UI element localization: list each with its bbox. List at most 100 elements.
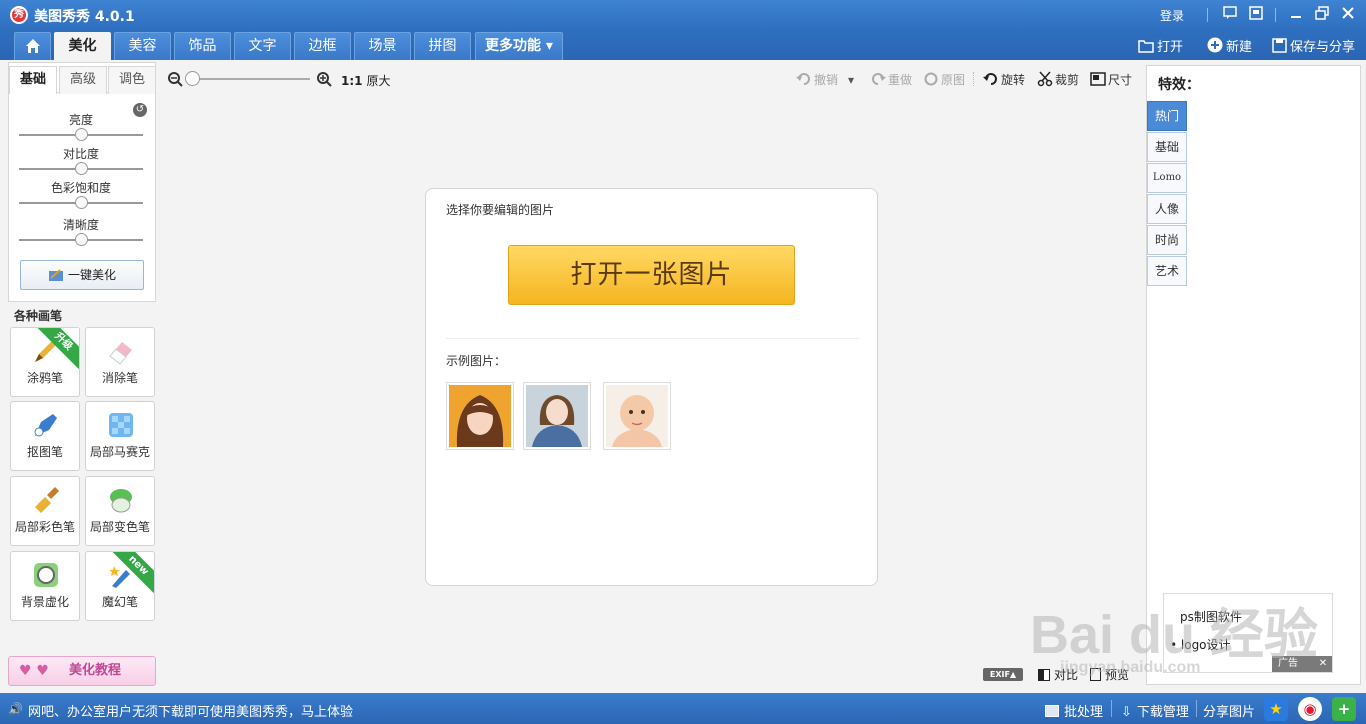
tab-cosmetic[interactable]: 美容 [114,32,171,60]
divider [1196,700,1197,717]
new-label: 新建 [1226,40,1253,55]
adjust-panel: 基础 高级 调色 ↺ 亮度 对比度 色彩饱和度 清晰度 一键美化 [8,62,156,302]
cutout-brush-button[interactable]: 抠图笔 [10,401,80,471]
subtab-color[interactable]: 调色 [108,66,156,94]
qzone-star-icon[interactable]: ★ [1264,697,1288,721]
eraser-icon [106,336,136,366]
tab-collage[interactable]: 拼图 [414,32,471,60]
sample-image[interactable] [446,382,514,450]
batch-icon [1045,705,1059,717]
new-button[interactable]: 新建 [1207,36,1252,55]
restore-icon[interactable] [1314,6,1330,22]
slider-knob[interactable] [75,162,88,175]
download-icon: ⇩ [1121,705,1132,720]
slider-knob[interactable] [75,233,88,246]
brush-label: 局部变色笔 [89,520,150,534]
status-bar: 🔊 网吧、办公室用户无须下载即可使用美图秀秀，马上体验 批处理 ⇩ 下载管理 分享… [0,693,1366,724]
save-share-button[interactable]: 保存与分享 [1271,36,1355,55]
open-image-button[interactable]: 打开一张图片 [508,245,795,305]
effect-category-portrait[interactable]: 人像 [1147,194,1187,224]
crop-label: 裁剪 [1055,73,1080,87]
effect-category-basic[interactable]: 基础 [1147,132,1187,162]
login-link[interactable]: 登录 [1160,7,1184,24]
brush-label: 背景虚化 [20,595,69,609]
tab-home[interactable] [14,32,51,60]
crop-button[interactable]: 裁剪 [1037,71,1079,88]
close-icon[interactable] [1340,6,1356,22]
effect-category-fashion[interactable]: 时尚 [1147,225,1187,255]
main-tab-bar: 美化 美容 饰品 文字 边框 场景 拼图 更多功能 ▾ 打开 新建 保存与分享 [0,30,1366,60]
magic-brush-button[interactable]: new 魔幻笔 [85,551,155,621]
doodle-brush-button[interactable]: 升级 涂鸦笔 [10,327,80,397]
one-key-beautify-button[interactable]: 一键美化 [20,260,144,290]
mosaic-brush-button[interactable]: 局部马赛克 [85,401,155,471]
zoom-slider[interactable] [185,71,310,86]
sample-image[interactable] [603,382,671,450]
sharpness-slider[interactable]: 清晰度 [19,216,143,246]
tab-more[interactable]: 更多功能 ▾ [475,32,563,60]
open-label: 打开 [1157,40,1184,55]
batch-button[interactable]: 批处理 [1045,701,1103,720]
exif-button[interactable]: EXIF▲ [983,668,1023,681]
plus-icon[interactable]: + [1332,697,1356,721]
speaker-icon: 🔊 [8,702,23,716]
undo-button[interactable]: 撤销 ▾ [796,71,854,88]
original-button[interactable]: 原图 [923,71,965,88]
baidu-watermark: Bai du 经验 jingyan.baidu.com [1030,590,1318,677]
tab-border[interactable]: 边框 [294,32,351,60]
minimize-icon[interactable] [1288,6,1304,22]
background-blur-button[interactable]: 背景虚化 [10,551,80,621]
actual-size-button[interactable]: 1:1 原大 [341,72,391,89]
share-image-button[interactable]: 分享图片 [1203,701,1255,720]
contrast-slider[interactable]: 对比度 [19,145,143,175]
close-icon[interactable]: ✕ [1317,658,1329,670]
scissors-icon [1037,71,1053,87]
tab-text[interactable]: 文字 [234,32,291,60]
brightness-slider[interactable]: 亮度 [19,111,143,141]
tab-accessories[interactable]: 饰品 [174,32,231,60]
title-bar: 秀 美图秀秀 4.0.1 登录 [0,0,1366,30]
brush-label: 局部彩色笔 [14,520,75,534]
tab-beautify[interactable]: 美化 [54,32,111,60]
effect-category-lomo[interactable]: Lomo [1147,163,1187,193]
zoom-knob[interactable] [185,71,200,86]
brush-label: 抠图笔 [26,445,63,459]
cutout-pen-icon [31,410,61,440]
weibo-icon[interactable]: ◉ [1298,697,1322,721]
rotate-button[interactable]: 旋转 [983,71,1025,88]
download-manager-button[interactable]: ⇩ 下载管理 [1121,701,1189,720]
ratio-value: 1:1 [341,74,363,88]
effect-category-hot[interactable]: 热门 [1147,101,1187,131]
zoom-in-icon[interactable] [316,71,332,87]
sample-image[interactable] [523,382,591,450]
effect-category-art[interactable]: 艺术 [1147,256,1187,286]
tab-scene[interactable]: 场景 [354,32,411,60]
redo-icon [870,71,886,87]
one-key-label: 一键美化 [67,268,116,282]
rotate-icon [983,71,999,87]
undo-dropdown-icon[interactable]: ▾ [848,73,854,87]
message-icon[interactable] [1222,6,1238,22]
size-button[interactable]: 尺寸 [1090,71,1132,88]
undo-label: 撤销 [814,73,839,87]
saturation-slider[interactable]: 色彩饱和度 [19,179,143,209]
zoom-out-icon[interactable] [167,71,183,87]
status-message[interactable]: 网吧、办公室用户无须下载即可使用美图秀秀，马上体验 [28,701,353,720]
recolor-brush-button[interactable]: 局部变色笔 [85,476,155,546]
slider-knob[interactable] [75,128,88,141]
brush-label: 魔幻笔 [101,595,138,609]
subtab-advanced[interactable]: 高级 [59,66,107,94]
skin-icon[interactable] [1248,6,1264,22]
slider-knob[interactable] [75,196,88,209]
plus-circle-icon [1207,37,1223,53]
paint-bucket-icon [106,485,136,515]
open-button[interactable]: 打开 [1138,36,1183,55]
color-brush-button[interactable]: 局部彩色笔 [10,476,80,546]
subtab-basic[interactable]: 基础 [9,66,57,94]
redo-button[interactable]: 重做 [870,71,912,88]
watermark-brand: Bai du 经验 [1030,605,1319,665]
brush-label: 涂鸦笔 [26,371,63,385]
tutorial-button[interactable]: ♥ ♥ 美化教程 [8,656,156,686]
eraser-brush-button[interactable]: 消除笔 [85,327,155,397]
divider [446,338,859,339]
